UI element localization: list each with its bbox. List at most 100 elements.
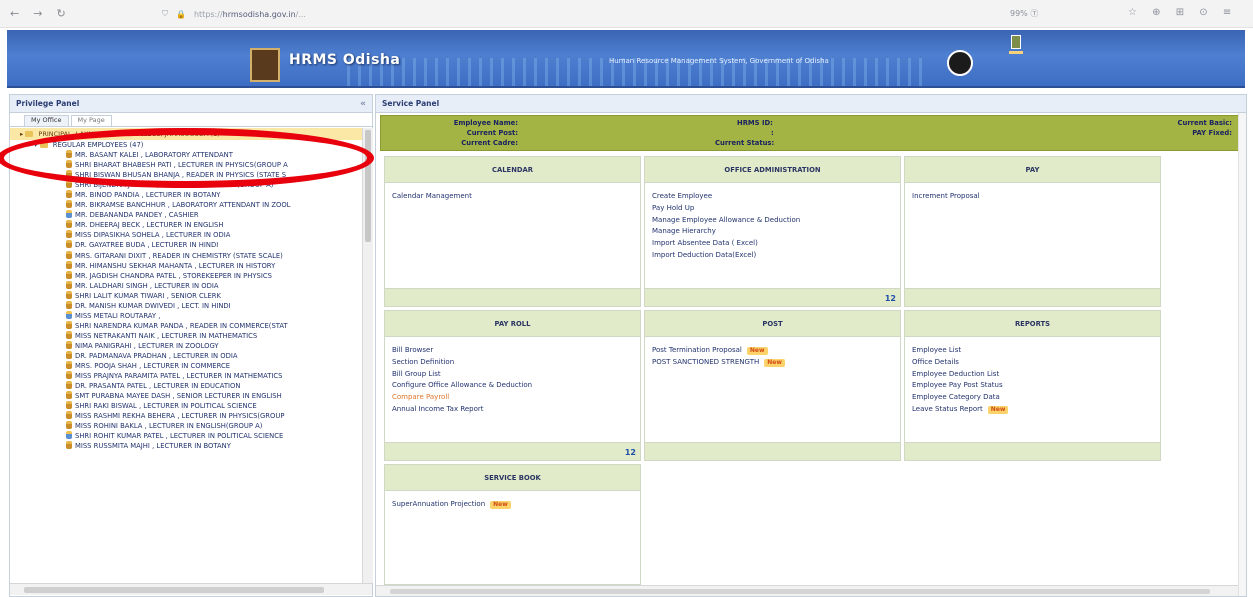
address-bar[interactable]: ⛉ 🔒 https://hrmsodisha.gov.in/...	[162, 6, 942, 22]
card-title: PAY	[905, 157, 1160, 183]
folder-icon	[39, 142, 48, 148]
tree-employee-item[interactable]: MR. BIKRAMSE BANCHHUR , LABORATORY ATTEN…	[10, 200, 362, 210]
menu-annual-income-tax-report[interactable]: Annual Income Tax Report	[392, 404, 640, 416]
tree-vertical-scrollbar[interactable]	[362, 128, 373, 583]
menu-section-definition[interactable]: Section Definition	[392, 357, 640, 369]
service-vertical-scrollbar[interactable]	[1238, 113, 1246, 596]
menu-bill-group-list[interactable]: Bill Group List	[392, 369, 640, 381]
url-domain: hrmsodisha.gov.in	[222, 9, 296, 19]
tree-employee-item[interactable]: MR. BASANT KALEI , LABORATORY ATTENDANT	[10, 150, 362, 160]
forward-icon[interactable]: →	[33, 7, 42, 20]
tree-employee-item[interactable]: MR. DHEERAJ BECK , LECTURER IN ENGLISH	[10, 220, 362, 230]
menu-compare-payroll[interactable]: Compare Payroll	[392, 392, 640, 404]
privilege-panel: Privilege Panel « My Office My Page ▸ PR…	[9, 94, 373, 597]
menu-label: Post Termination Proposal	[652, 346, 742, 354]
scroll-thumb[interactable]	[365, 130, 371, 242]
tree-employee-item[interactable]: SMT PURABNA MAYEE DASH , SENIOR LECTURER…	[10, 391, 362, 401]
menu-office-details[interactable]: Office Details	[912, 357, 1160, 369]
tree-employee-item[interactable]: MR. JAGDISH CHANDRA PATEL , STOREKEEPER …	[10, 270, 362, 281]
menu-bill-browser[interactable]: Bill Browser	[392, 345, 640, 357]
menu-manage-hierarchy[interactable]: Manage Hierarchy	[652, 226, 900, 238]
reload-icon[interactable]: ↻	[56, 7, 65, 20]
tree-horizontal-scrollbar[interactable]	[10, 583, 372, 595]
tree-employee-item[interactable]: MISS ROHINI BAKLA , LECTURER IN ENGLISH(…	[10, 421, 362, 431]
employee-icon	[66, 361, 72, 370]
back-icon[interactable]: ←	[10, 7, 19, 20]
menu-manage-allowance-deduction[interactable]: Manage Employee Allowance & Deduction	[652, 215, 900, 227]
menu-calendar-management[interactable]: Calendar Management	[392, 191, 640, 203]
pager-link[interactable]: 12	[625, 448, 636, 457]
office-administration-card: OFFICE ADMINISTRATION Create Employee Pa…	[644, 156, 901, 307]
tab-my-office[interactable]: My Office	[24, 115, 69, 126]
current-post-label: Current Post:	[466, 129, 518, 137]
pay-card: PAY Increment Proposal	[904, 156, 1161, 307]
tree-employee-item[interactable]: MR. HIMANSHU SEKHAR MAHANTA , LECTURER I…	[10, 260, 362, 271]
tree-employee-item[interactable]: MISS DIPASIKHA SOHELA , LECTURER IN ODIA	[10, 230, 362, 240]
menu-employee-list[interactable]: Employee List	[912, 345, 1160, 357]
tree-employee-item[interactable]: MISS NETRAKANTI NAIK , LECTURER IN MATHE…	[10, 330, 362, 341]
employee-label: MR. JAGDISH CHANDRA PATEL , STOREKEEPER …	[75, 271, 272, 280]
tree-employee-item[interactable]: MISS PRAJNYA PARAMITA PATEL , LECTURER I…	[10, 371, 362, 381]
scroll-thumb[interactable]	[390, 589, 1210, 594]
menu-post-sanctioned-strength[interactable]: POST SANCTIONED STRENGTH New	[652, 357, 900, 369]
service-horizontal-scrollbar[interactable]	[376, 585, 1238, 596]
tree-root-office[interactable]: ▸ PRINCIPAL, LAXMI NARAYAN COLLEGE, JHAR…	[10, 128, 362, 140]
tree-employee-item[interactable]: SHRI NARENDRA KUMAR PANDA , READER IN CO…	[10, 320, 362, 331]
hrms-id-label: HRMS ID:	[737, 119, 773, 127]
tree-employee-item[interactable]: SHRI BISWAN BHUSAN BHANJA , READER IN PH…	[10, 170, 362, 180]
employee-label: MRS. POOJA SHAH , LECTURER IN COMMERCE	[75, 362, 231, 371]
zoom-indicator[interactable]: 99% Ⓣ	[1010, 8, 1038, 19]
tree-employee-item[interactable]: MISS METALI ROUTARAY ,	[10, 310, 362, 321]
menu-create-employee[interactable]: Create Employee	[652, 191, 900, 203]
scroll-thumb[interactable]	[24, 587, 324, 593]
tree-employee-item[interactable]: MR. DEBANANDA PANDEY , CASHIER	[10, 210, 362, 220]
menu-employee-deduction-list[interactable]: Employee Deduction List	[912, 369, 1160, 381]
expand-icon[interactable]: ▸	[20, 130, 23, 138]
tree-employee-item[interactable]: MRS. POOJA SHAH , LECTURER IN COMMERCE	[10, 361, 362, 371]
current-status-label: Current Status:	[715, 139, 775, 147]
tab-my-page[interactable]: My Page	[70, 115, 112, 126]
menu-pay-hold-up[interactable]: Pay Hold Up	[652, 203, 900, 215]
tree-employee-item[interactable]: MISS RUSSMITA MAJHI , LECTURER IN BOTANY	[10, 441, 362, 451]
tree-employee-item[interactable]: MR. BINOD PANDIA , LECTURER IN BOTANY	[10, 190, 362, 200]
menu-import-absentee-data[interactable]: Import Absentee Data ( Excel)	[652, 238, 900, 250]
menu-superannuation-projection[interactable]: SuperAnnuation Projection New	[392, 499, 640, 511]
site-title: HRMS Odisha	[289, 52, 401, 68]
employee-label: DR. GAYATREE BUDA , LECTURER IN HINDI	[75, 241, 219, 250]
tree-employee-item[interactable]: SHRI ROHIT KUMAR PATEL , LECTURER IN POL…	[10, 431, 362, 441]
tree-group-regular[interactable]: ▾ REGULAR EMPLOYEES (47)	[10, 140, 362, 150]
collapse-icon[interactable]: «	[360, 99, 366, 109]
tree-employee-item[interactable]: NIMA PANIGRAHI , LECTURER IN ZOOLOGY	[10, 340, 362, 351]
tree-employee-item[interactable]: MRS. GITARANI DIXIT , READER IN CHEMISTR…	[10, 250, 362, 261]
menu-post-termination-proposal[interactable]: Post Termination Proposal New	[652, 345, 900, 357]
pager-link[interactable]: 12	[885, 294, 896, 303]
menu-employee-pay-post-status[interactable]: Employee Pay Post Status	[912, 380, 1160, 392]
employee-icon	[66, 270, 72, 279]
menu-configure-office-allowance[interactable]: Configure Office Allowance & Deduction	[392, 380, 640, 392]
employee-icon	[66, 371, 72, 380]
collapse-tree-icon[interactable]: ▾	[34, 141, 37, 149]
logout-label[interactable]	[1009, 51, 1023, 54]
menu-employee-category-data[interactable]: Employee Category Data	[912, 392, 1160, 404]
menu-leave-status-report[interactable]: Leave Status Report New	[912, 404, 1160, 416]
tree-employee-item[interactable]: SHRI RAKI BISWAL , LECTURER IN POLITICAL…	[10, 401, 362, 411]
tree-employee-item[interactable]: SHRI LALIT KUMAR TIWARI , SENIOR CLERK	[10, 290, 362, 301]
tree-employee-item[interactable]: SHRI BIJENDRA JYOTISH , LECTURER IN PHYS…	[10, 180, 362, 190]
employee-icon	[66, 280, 72, 289]
employee-icon	[66, 441, 72, 450]
browser-toolbar-icons[interactable]: ☆ ⊕ ⊞ ⊙ ≡	[1128, 7, 1237, 18]
tree-employee-item[interactable]: SHRI BHARAT BHABESH PATI , LECTURER IN P…	[10, 160, 362, 170]
employee-icon	[66, 250, 72, 259]
tree-employee-item[interactable]: DR. MANISH KUMAR DWIVEDI , LECT. IN HIND…	[10, 300, 362, 311]
menu-label: POST SANCTIONED STRENGTH	[652, 357, 760, 366]
menu-increment-proposal[interactable]: Increment Proposal	[912, 191, 1160, 203]
tree-employee-item[interactable]: MISS RASHMI REKHA BEHERA , LECTURER IN P…	[10, 411, 362, 421]
employee-icon	[66, 310, 72, 319]
tree-employee-item[interactable]: DR. GAYATREE BUDA , LECTURER IN HINDI	[10, 240, 362, 250]
tree-employee-item[interactable]: DR. PADMANAVA PRADHAN , LECTURER IN ODIA	[10, 350, 362, 361]
tree-employee-item[interactable]: MR. LALDHARI SINGH , LECTURER IN ODIA	[10, 280, 362, 291]
menu-import-deduction-data[interactable]: Import Deduction Data(Excel)	[652, 250, 900, 262]
tree-employee-item[interactable]: DR. PRASANTA PATEL , LECTURER IN EDUCATI…	[10, 381, 362, 391]
logout-icon[interactable]	[1011, 35, 1021, 49]
employee-icon	[66, 170, 72, 179]
